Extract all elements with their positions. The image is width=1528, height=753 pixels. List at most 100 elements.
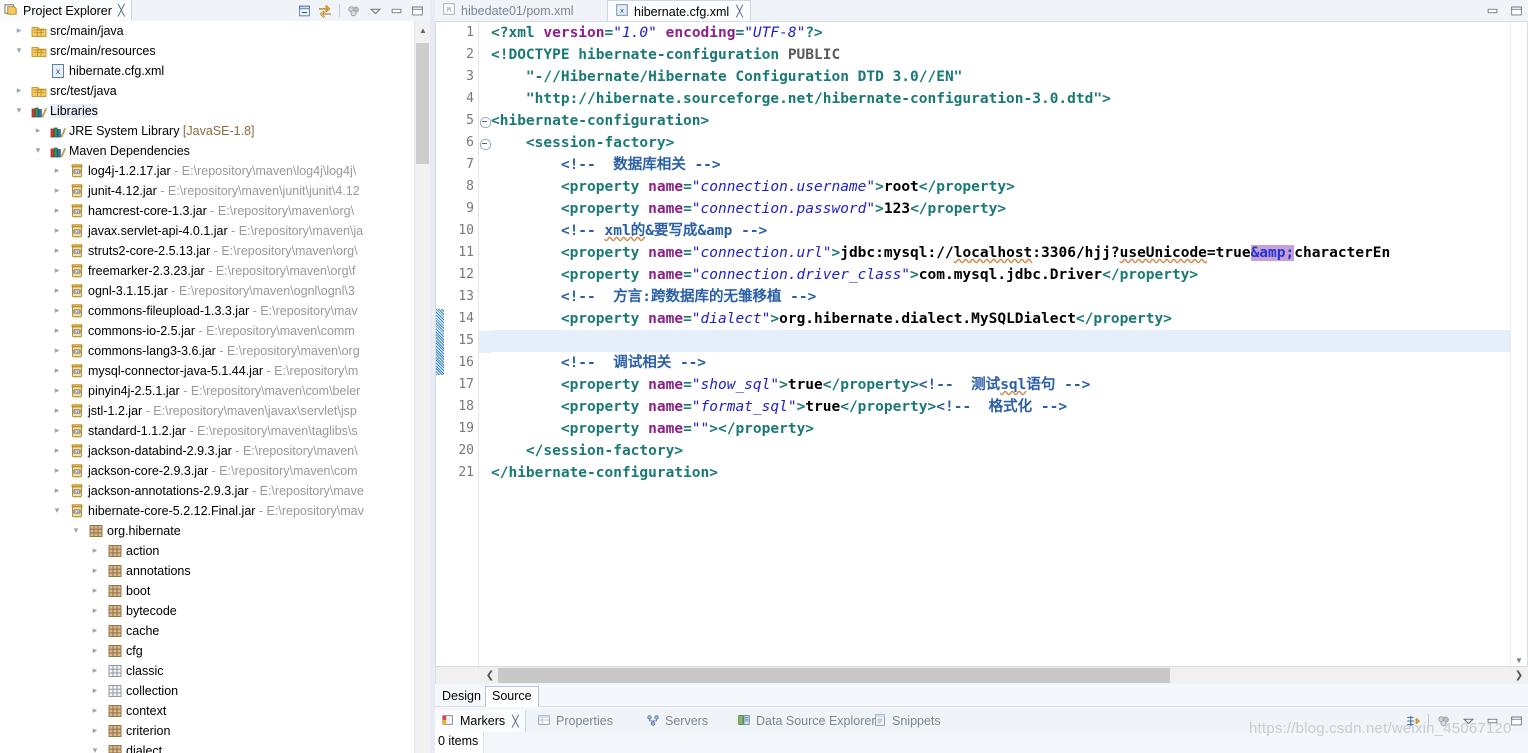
close-icon[interactable]: ╳ [736,5,743,18]
chevron-right-icon[interactable]: ▸ [51,381,63,401]
code-line[interactable]: <property name="connection.password">123… [491,198,1510,220]
tree-item[interactable]: ▸ 010 mysql-connector-java-5.1.44.jar - E:… [0,361,414,381]
editor-folding-gutter[interactable] [479,22,491,666]
tree-item[interactable]: ▸ 010 ognl-3.1.15.jar - E:\repository\mave… [0,281,414,301]
tree-item[interactable]: ▸ collection [0,681,414,701]
tree-item[interactable]: ▸ 010 hamcrest-core-1.3.jar - E:\repositor… [0,201,414,221]
tab-source[interactable]: Source [485,686,539,707]
code-line[interactable]: <property name="connection.url">jdbc:mys… [491,242,1510,264]
chevron-right-icon[interactable]: ▸ [51,161,63,181]
editor-horizontal-scrollbar[interactable]: ❮ ❯ [435,667,1528,684]
source-editor[interactable]: 1 2 3 4 5 6 7 8 9 10 11 12 13 14 15 16 17 18 19 20 21 <?xml … [435,21,1528,667]
chevron-down-icon[interactable]: ▾ [13,101,25,121]
editor-code-content[interactable]: <?xml version="1.0" encoding="UTF-8"?> <!… [491,22,1510,666]
tab-markers[interactable]: Markers ╳ [435,710,526,732]
chevron-right-icon[interactable]: ▸ [51,261,63,281]
tree-item[interactable]: ▸ context [0,701,414,721]
chevron-right-icon[interactable]: ▸ [51,341,63,361]
tab-servers[interactable]: Servers [640,710,714,732]
tree-item[interactable]: ▸ src/test/java [0,81,414,101]
chevron-right-icon[interactable]: ▸ [32,121,44,141]
chevron-right-icon[interactable]: ▸ [51,481,63,501]
chevron-right-icon[interactable]: ▸ [89,701,101,721]
code-line[interactable]: <property name=""></property> [491,418,1510,440]
tree-item[interactable]: ▾ dialect [0,741,414,753]
scroll-right-icon[interactable]: ❯ [1511,667,1527,684]
code-line[interactable]: <property name="dialect">org.hibernate.d… [491,308,1510,330]
chevron-right-icon[interactable]: ▸ [51,461,63,481]
tree-item[interactable]: x hibernate.cfg.xml [0,61,414,81]
tree-item[interactable]: ▸ boot [0,581,414,601]
scroll-up-icon[interactable]: ▲ [415,21,431,39]
code-line[interactable]: <!DOCTYPE hibernate-configuration PUBLIC [491,44,1510,66]
chevron-right-icon[interactable]: ▸ [51,181,63,201]
code-line[interactable]: <!-- 数据库相关 --> [491,154,1510,176]
tree-item[interactable]: ▸ cfg [0,641,414,661]
chevron-right-icon[interactable]: ▸ [89,581,101,601]
tree-item[interactable]: ▸ 010 jackson-core-2.9.3.jar - E:\reposito… [0,461,414,481]
code-line[interactable]: <property name="format_sql">true</proper… [491,396,1510,418]
tree-item[interactable]: ▸ JRE System Library [JavaSE-1.8] [0,121,414,141]
code-line[interactable]: <session-factory> [491,132,1510,154]
tab-design[interactable]: Design [435,686,488,707]
code-line[interactable]: <?xml version="1.0" encoding="UTF-8"?> [491,22,1510,44]
chevron-right-icon[interactable]: ▸ [13,81,25,101]
chevron-right-icon[interactable]: ▸ [51,361,63,381]
chevron-right-icon[interactable]: ▸ [89,621,101,641]
tree-item[interactable]: ▸ annotations [0,561,414,581]
maximize-icon[interactable] [408,2,426,19]
chevron-down-icon[interactable] [1459,712,1477,729]
chevron-right-icon[interactable]: ▸ [51,321,63,341]
tree-item[interactable]: ▸ criterion [0,721,414,741]
chevron-right-icon[interactable]: ▸ [51,281,63,301]
tree-item[interactable]: ▸ 010 commons-io-2.5.jar - E:\repository\m… [0,321,414,341]
project-tree-scrollbar[interactable]: ▲ [414,21,431,753]
editor-vertical-scrollbar[interactable]: ▼ [1510,22,1527,666]
markers-table-header[interactable] [483,732,1528,753]
tree-item[interactable]: ▾ org.hibernate [0,521,414,541]
code-line[interactable]: </session-factory> [491,440,1510,462]
tree-item[interactable]: ▸ 010 standard-1.1.2.jar - E:\repository\m… [0,421,414,441]
scrollbar-thumb[interactable] [416,43,429,164]
tree-item[interactable]: ▸ classic [0,661,414,681]
tab-data-source-explorer[interactable]: Data Source Explorer [731,710,882,732]
chevron-down-icon[interactable]: ▾ [70,521,82,541]
tree-item[interactable]: ▸ 010 freemarker-2.3.23.jar - E:\repositor… [0,261,414,281]
chevron-right-icon[interactable]: ▸ [51,441,63,461]
close-icon[interactable]: ╳ [118,4,125,17]
code-line[interactable]: <!-- xml的&要写成&amp --> [491,220,1510,242]
chevron-right-icon[interactable]: ▸ [51,221,63,241]
tree-item[interactable]: ▸ 010 javax.servlet-api-4.0.1.jar - E:\rep… [0,221,414,241]
chevron-down-icon[interactable]: ▾ [32,141,44,161]
chevron-right-icon[interactable]: ▸ [89,721,101,741]
scroll-left-icon[interactable]: ❮ [482,667,498,684]
minimize-icon[interactable] [387,2,405,19]
tree-item[interactable]: ▸ 010 junit-4.12.jar - E:\repository\maven… [0,181,414,201]
tree-item[interactable]: ▸ 010 struts2-core-2.5.13.jar - E:\reposit… [0,241,414,261]
code-line[interactable]: <property name="connection.username">roo… [491,176,1510,198]
tree-item[interactable]: ▸ 010 jackson-databind-2.9.3.jar - E:\repo… [0,441,414,461]
view-menu-icon[interactable] [345,2,363,19]
tab-project-explorer[interactable]: Project Explorer ╳ [0,0,132,21]
tree-item[interactable]: ▾ Maven Dependencies [0,141,414,161]
chevron-down-icon[interactable]: ▾ [13,41,25,61]
tab-hibernate-cfg-xml[interactable]: x hibernate.cfg.xml ╳ [607,0,751,22]
close-icon[interactable]: ╳ [512,715,519,728]
fold-collapse-icon[interactable] [480,117,491,128]
chevron-right-icon[interactable]: ▸ [51,421,63,441]
tree-item[interactable]: ▸ src/main/java [0,21,414,41]
code-line[interactable] [491,330,1510,352]
code-line[interactable]: <!-- 方言:跨数据库的无雏移植 --> [491,286,1510,308]
chevron-right-icon[interactable]: ▸ [89,641,101,661]
collapse-all-icon[interactable] [295,2,313,19]
filters-icon[interactable] [1404,712,1422,729]
chevron-down-icon[interactable]: ▾ [51,501,63,521]
code-line[interactable]: <hibernate-configuration> [491,110,1510,132]
tree-item[interactable]: ▸ action [0,541,414,561]
tab-pom-xml[interactable]: M hibedate01/pom.xml [435,0,581,21]
fold-collapse-icon[interactable] [480,139,491,150]
tree-item[interactable]: ▸ 010 jstl-1.2.jar - E:\repository\maven\j… [0,401,414,421]
code-line[interactable]: "http://hibernate.sourceforge.net/hibern… [491,88,1510,110]
project-tree[interactable]: ▸ src/main/java ▾ src/main/resources x hibern… [0,21,414,753]
view-menu-icon[interactable] [1435,712,1453,729]
